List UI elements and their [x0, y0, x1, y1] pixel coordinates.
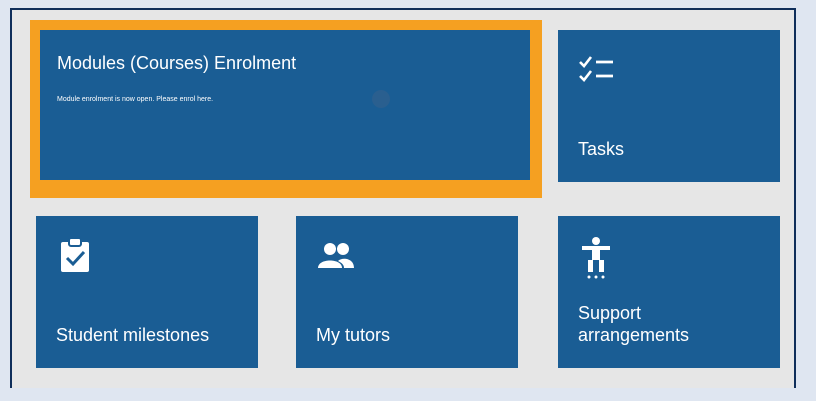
modules-enrolment-subtitle: Module enrolment is now open. Please enr… — [57, 96, 214, 103]
tasks-tile[interactable]: Tasks — [558, 30, 780, 182]
tasks-label: Tasks — [578, 139, 625, 159]
featured-tile-highlight: Modules (Courses) Enrolment Module enrol… — [30, 20, 542, 198]
support-arrangements-tile[interactable]: Support arrangements — [558, 216, 780, 368]
modules-enrolment-tile[interactable]: Modules (Courses) Enrolment Module enrol… — [40, 30, 530, 180]
my-tutors-tile[interactable]: My tutors — [296, 216, 518, 368]
people-icon — [316, 236, 356, 276]
student-milestones-tile[interactable]: Student milestones — [36, 216, 258, 368]
clipboard-check-icon — [56, 236, 96, 276]
cursor-indicator — [372, 90, 390, 108]
my-tutors-label: My tutors — [316, 325, 391, 345]
accessibility-icon — [578, 236, 618, 279]
student-milestones-label: Student milestones — [56, 325, 210, 345]
support-arrangements-label: Support arrangements — [578, 303, 690, 345]
modules-enrolment-title: Modules (Courses) Enrolment — [57, 53, 297, 73]
dashboard-panel: Modules (Courses) Enrolment Module enrol… — [12, 10, 794, 388]
checklist-icon — [578, 50, 618, 90]
